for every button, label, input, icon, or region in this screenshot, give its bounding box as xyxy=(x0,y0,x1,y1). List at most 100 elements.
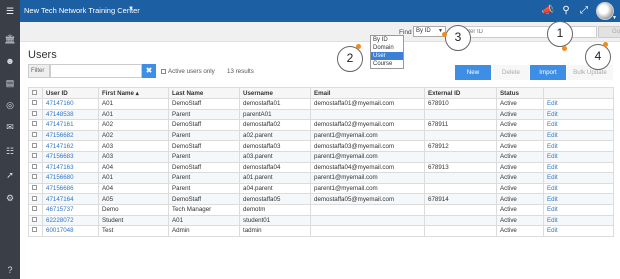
header-last-name[interactable]: Last Name xyxy=(168,87,240,99)
user-id-cell[interactable]: 47156686 xyxy=(42,182,99,195)
row-checkbox[interactable] xyxy=(28,119,43,131)
select-all-checkbox[interactable] xyxy=(28,87,43,99)
table-row[interactable]: 62228072 Student A01 student01 Active Edit xyxy=(28,214,614,227)
edit-link[interactable]: Edit xyxy=(543,150,614,163)
edit-link[interactable]: Edit xyxy=(543,172,614,184)
find-type-select[interactable]: By ID ▼ xyxy=(413,26,446,37)
edit-link[interactable]: Edit xyxy=(543,161,614,174)
find-id-input[interactable] xyxy=(457,26,597,38)
table-row[interactable]: 47147163 A04 DemoStaff demostaffa04 demostaf… xyxy=(28,161,614,174)
row-checkbox[interactable] xyxy=(28,108,43,121)
page-title: Users xyxy=(28,49,57,61)
user-id-cell[interactable]: 47147164 xyxy=(42,193,99,205)
edit-link[interactable]: Edit xyxy=(543,193,614,205)
header-first-name[interactable]: First Name ▴ xyxy=(98,87,169,99)
go-button[interactable]: Go xyxy=(598,26,620,38)
users-icon[interactable]: ☻ xyxy=(3,54,17,68)
option-domain[interactable]: Domain xyxy=(371,44,403,52)
header-user-id[interactable]: User ID xyxy=(42,87,99,99)
row-checkbox[interactable] xyxy=(28,161,43,174)
chevron-down-icon[interactable]: ▼ xyxy=(128,6,134,12)
last-name-cell: Parent xyxy=(168,182,240,195)
header-username[interactable]: Username xyxy=(239,87,311,99)
user-id-cell[interactable]: 47147161 xyxy=(42,119,99,131)
chart-icon[interactable]: ➚ xyxy=(3,168,17,182)
user-id-cell[interactable]: 47148538 xyxy=(42,108,99,121)
search-icon[interactable]: ⚲ xyxy=(559,4,573,18)
clipboard-icon[interactable]: ☷ xyxy=(3,144,17,158)
row-checkbox[interactable] xyxy=(28,129,43,142)
find-bar: Find By ID ▼ Go xyxy=(20,22,620,42)
edit-link[interactable]: Edit xyxy=(543,203,614,216)
active-only-toggle[interactable]: Active users only xyxy=(161,68,215,75)
edit-link[interactable]: Edit xyxy=(543,182,614,195)
row-checkbox[interactable] xyxy=(28,98,43,110)
status-cell: Active xyxy=(496,108,544,121)
megaphone-icon[interactable]: 📣 xyxy=(541,4,555,18)
import-button[interactable]: Import xyxy=(530,65,566,80)
edit-link[interactable]: Edit xyxy=(543,140,614,152)
edit-link[interactable]: Edit xyxy=(543,119,614,131)
user-id-cell[interactable]: 47147162 xyxy=(42,140,99,152)
option-course[interactable]: Course xyxy=(371,60,403,68)
username-cell: parentA01 xyxy=(239,108,311,121)
mail-icon[interactable]: ✉ xyxy=(3,120,17,134)
first-name-cell: Student xyxy=(98,214,169,227)
row-checkbox[interactable] xyxy=(28,225,43,237)
table-row[interactable]: 46715737 Demo Tech Manager demotm Active Edit xyxy=(28,203,614,216)
email-cell: parent1@myemail.com xyxy=(310,172,425,184)
external-id-cell: 678911 xyxy=(424,119,497,131)
option-by-id[interactable]: By ID xyxy=(371,36,403,44)
user-id-cell[interactable]: 47147163 xyxy=(42,161,99,174)
row-checkbox[interactable] xyxy=(28,140,43,152)
edit-link[interactable]: Edit xyxy=(543,98,614,110)
edit-link[interactable]: Edit xyxy=(543,129,614,142)
option-user[interactable]: User xyxy=(371,52,403,60)
row-checkbox[interactable] xyxy=(28,172,43,184)
row-checkbox[interactable] xyxy=(28,203,43,216)
first-name-cell: A04 xyxy=(98,182,169,195)
user-id-cell[interactable]: 47156683 xyxy=(42,150,99,163)
row-checkbox[interactable] xyxy=(28,214,43,227)
table-row[interactable]: 47156686 A04 Parent a04.parent parent1@myema… xyxy=(28,182,614,195)
settings-icon[interactable]: ⚙ xyxy=(3,191,17,205)
row-checkbox[interactable] xyxy=(28,182,43,195)
app-title[interactable]: New Tech Network Training Center xyxy=(24,6,140,15)
avatar-caret-icon[interactable]: ▼ xyxy=(612,15,617,21)
hamburger-icon[interactable]: ☰ xyxy=(0,0,20,22)
edit-link[interactable]: Edit xyxy=(543,225,614,237)
delete-button[interactable]: Delete xyxy=(493,65,529,80)
new-button[interactable]: New xyxy=(455,65,491,80)
book-icon[interactable]: ▤ xyxy=(3,76,17,90)
edit-link[interactable]: Edit xyxy=(543,214,614,227)
user-id-cell[interactable]: 62228072 xyxy=(42,214,99,227)
help-icon[interactable]: ? xyxy=(3,263,17,277)
edit-link[interactable]: Edit xyxy=(543,108,614,121)
user-id-cell[interactable]: 47156680 xyxy=(42,172,99,184)
header-external-id[interactable]: External ID xyxy=(424,87,497,99)
table-row[interactable]: 60017048 Test Admin tadmin Active Edit xyxy=(28,225,614,237)
filter-input[interactable] xyxy=(50,64,142,78)
table-row[interactable]: 47147160 A01 DemoStaff demostaffa01 demostaf… xyxy=(28,98,614,110)
row-checkbox[interactable] xyxy=(28,150,43,163)
table-row[interactable]: 47156682 A02 Parent a02.parent parent1@myema… xyxy=(28,129,614,142)
table-row[interactable]: 47147161 A02 DemoStaff demostaffa02 demostaf… xyxy=(28,119,614,131)
header-email[interactable]: Email xyxy=(310,87,425,99)
table-row[interactable]: 47148538 A01 Parent parentA01 Active Edit xyxy=(28,108,614,121)
user-id-cell[interactable]: 47156682 xyxy=(42,129,99,142)
header-status[interactable]: Status xyxy=(496,87,544,99)
expand-icon[interactable]: ⤢ xyxy=(577,4,591,18)
user-id-cell[interactable]: 60017048 xyxy=(42,225,99,237)
table-row[interactable]: 47156683 A03 Parent a03.parent parent1@myema… xyxy=(28,150,614,163)
table-row[interactable]: 47147164 A05 DemoStaff demostaffa05 demostaf… xyxy=(28,193,614,205)
row-checkbox[interactable] xyxy=(28,193,43,205)
active-only-checkbox[interactable] xyxy=(161,69,166,74)
user-id-cell[interactable]: 47147160 xyxy=(42,98,99,110)
table-row[interactable]: 47156680 A01 Parent a01.parent parent1@myema… xyxy=(28,172,614,184)
clear-icon[interactable]: ✖ xyxy=(142,64,156,78)
target-icon[interactable]: ◎ xyxy=(3,98,17,112)
user-id-cell[interactable]: 46715737 xyxy=(42,203,99,216)
home-icon[interactable]: 🏛 xyxy=(3,32,17,46)
table-row[interactable]: 47147162 A03 DemoStaff demostaffa03 demostaf… xyxy=(28,140,614,152)
last-name-cell: Parent xyxy=(168,108,240,121)
